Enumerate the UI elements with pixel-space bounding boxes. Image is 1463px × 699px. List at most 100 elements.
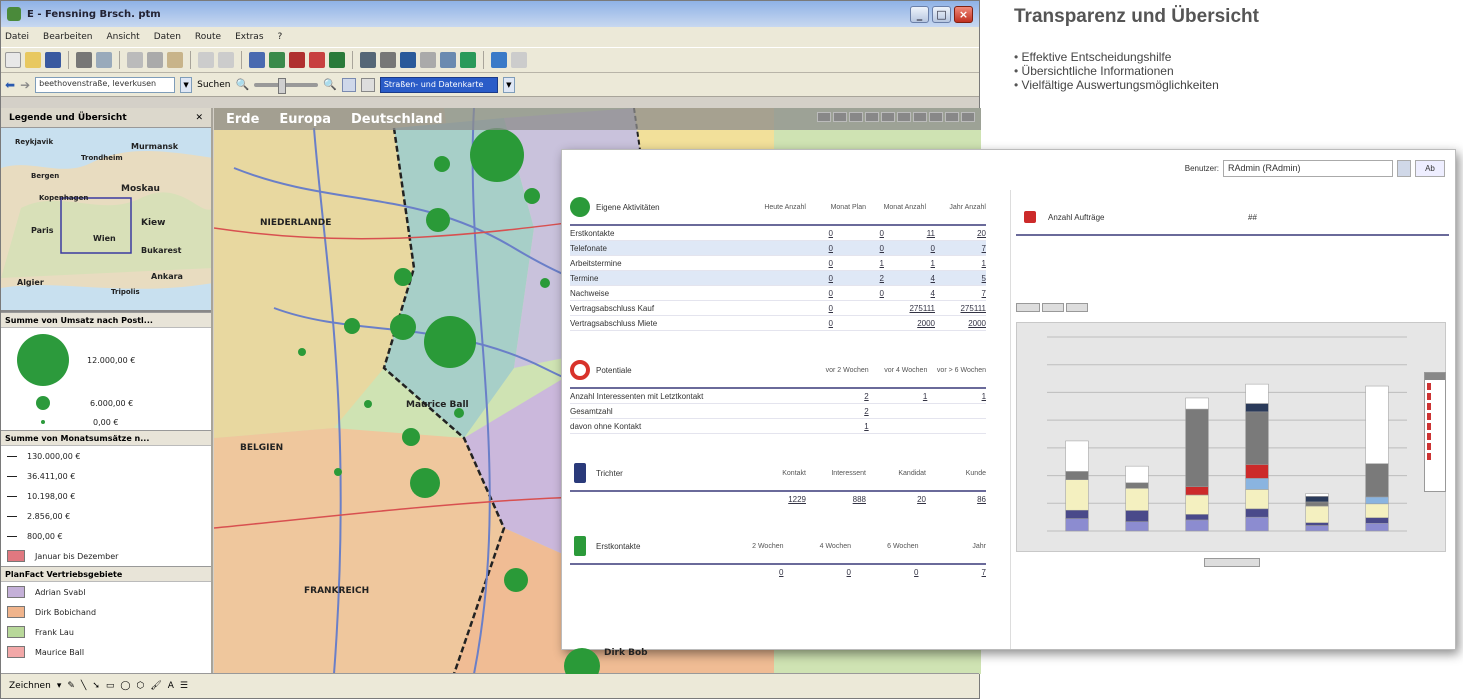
close-button[interactable]: × bbox=[954, 5, 973, 23]
layer-icon[interactable] bbox=[249, 52, 265, 68]
bar-segment[interactable] bbox=[1245, 464, 1269, 479]
line-style-icon[interactable]: ☰ bbox=[180, 681, 188, 691]
bar-segment[interactable] bbox=[1185, 408, 1209, 487]
minimize-button[interactable]: _ bbox=[910, 5, 929, 23]
zoom-slider[interactable] bbox=[254, 77, 319, 94]
menu-route[interactable]: Route bbox=[195, 32, 221, 42]
cell-link[interactable]: 7 bbox=[919, 568, 986, 577]
bar-segment[interactable] bbox=[1245, 478, 1269, 490]
cell-link[interactable]: 1229 bbox=[746, 495, 806, 504]
cell-link[interactable]: 4 bbox=[884, 274, 935, 283]
redo-icon[interactable] bbox=[218, 52, 234, 68]
cell-link[interactable]: 1 bbox=[869, 392, 927, 401]
cell-link[interactable]: 888 bbox=[806, 495, 866, 504]
pointer-icon[interactable]: ▾ bbox=[57, 681, 62, 691]
bar-segment[interactable] bbox=[1365, 463, 1389, 498]
menu-datei[interactable]: Datei bbox=[5, 32, 29, 42]
sales-bubble[interactable] bbox=[334, 468, 342, 476]
cell-link[interactable]: 20 bbox=[935, 229, 986, 238]
pan-tool-icon[interactable] bbox=[360, 77, 375, 92]
bar-segment[interactable] bbox=[1305, 493, 1329, 497]
cell-link[interactable]: 275111 bbox=[884, 304, 935, 313]
bar-segment[interactable] bbox=[1185, 397, 1209, 410]
copy-icon[interactable] bbox=[147, 52, 163, 68]
bar-segment[interactable] bbox=[1185, 486, 1209, 496]
sales-bubble[interactable] bbox=[454, 408, 464, 418]
select-tool-icon[interactable] bbox=[341, 77, 356, 92]
bar-segment[interactable] bbox=[1305, 496, 1329, 503]
zoom-out-icon[interactable]: 🔍 bbox=[235, 78, 249, 91]
cell-link[interactable]: 2 bbox=[810, 392, 868, 401]
cell-link[interactable]: 11 bbox=[884, 229, 935, 238]
cell-link[interactable]: 2000 bbox=[884, 319, 935, 328]
zoom-step[interactable] bbox=[849, 112, 863, 122]
zoom-step[interactable] bbox=[897, 112, 911, 122]
cell-link[interactable]: 0 bbox=[782, 289, 833, 298]
sales-bubble[interactable] bbox=[424, 316, 476, 368]
sales-bubble[interactable] bbox=[364, 400, 372, 408]
zoom-step[interactable] bbox=[961, 112, 975, 122]
address-dropdown-button[interactable]: ▼ bbox=[180, 76, 193, 93]
menu-help[interactable]: ? bbox=[278, 32, 283, 42]
zoom-step[interactable] bbox=[913, 112, 927, 122]
bar-segment[interactable] bbox=[1245, 403, 1269, 413]
font-color-icon[interactable]: A bbox=[168, 681, 174, 691]
chart-filter-button[interactable] bbox=[1204, 558, 1260, 567]
cell-link[interactable]: 7 bbox=[935, 289, 986, 298]
zoom-step[interactable] bbox=[929, 112, 943, 122]
cell-link[interactable]: 0 bbox=[833, 289, 884, 298]
bar-segment[interactable] bbox=[1185, 494, 1209, 515]
cell-link[interactable]: 0 bbox=[782, 229, 833, 238]
car-icon[interactable] bbox=[309, 52, 325, 68]
menu-daten[interactable]: Daten bbox=[154, 32, 181, 42]
bar-segment[interactable] bbox=[1125, 465, 1149, 484]
arrow-icon[interactable]: ➘ bbox=[92, 681, 100, 691]
chart-option-button[interactable] bbox=[1042, 303, 1064, 312]
sales-bubble[interactable] bbox=[402, 428, 420, 446]
map-icon[interactable] bbox=[269, 52, 285, 68]
sales-bubble[interactable] bbox=[390, 314, 416, 340]
user-select[interactable]: RAdmin (RAdmin) bbox=[1223, 160, 1393, 177]
bar-segment[interactable] bbox=[1065, 440, 1089, 472]
menu-ansicht[interactable]: Ansicht bbox=[106, 32, 139, 42]
legend-section-header[interactable]: Summe von Umsatz nach Postl... bbox=[1, 312, 211, 328]
bar-segment[interactable] bbox=[1365, 496, 1389, 505]
bar-segment[interactable] bbox=[1365, 503, 1389, 518]
sales-bubble[interactable] bbox=[394, 268, 412, 286]
bar-segment[interactable] bbox=[1245, 516, 1269, 532]
cell-link[interactable]: 5 bbox=[935, 274, 986, 283]
cell-link[interactable]: 1 bbox=[927, 392, 986, 401]
cell-link[interactable]: 2 bbox=[810, 407, 868, 416]
route-icon[interactable] bbox=[289, 52, 305, 68]
zoom-in-icon[interactable]: 🔍 bbox=[323, 78, 337, 91]
fill-color-icon[interactable]: 🖌 bbox=[150, 681, 161, 691]
cut-icon[interactable] bbox=[127, 52, 143, 68]
menu-bearbeiten[interactable]: Bearbeiten bbox=[43, 32, 92, 42]
map-layer-dropdown-button[interactable]: ▼ bbox=[502, 76, 515, 93]
cell-link[interactable]: 1 bbox=[884, 259, 935, 268]
maximize-button[interactable]: □ bbox=[932, 5, 951, 23]
tool-icon[interactable] bbox=[360, 52, 376, 68]
ellipse-icon[interactable]: ◯ bbox=[120, 681, 130, 691]
bar-segment[interactable] bbox=[1245, 383, 1269, 404]
cell-link[interactable]: 0 bbox=[833, 229, 884, 238]
zoom-step[interactable] bbox=[881, 112, 895, 122]
sales-bubble[interactable] bbox=[540, 278, 550, 288]
chart-icon[interactable] bbox=[400, 52, 416, 68]
line-icon[interactable]: ╲ bbox=[81, 681, 86, 691]
sales-bubble[interactable] bbox=[504, 568, 528, 592]
logout-button[interactable]: Ab bbox=[1415, 160, 1445, 177]
zoom-step[interactable] bbox=[865, 112, 879, 122]
bar-segment[interactable] bbox=[1125, 488, 1149, 511]
cell-link[interactable]: 0 bbox=[782, 274, 833, 283]
bar-segment[interactable] bbox=[1125, 510, 1149, 522]
help-icon[interactable] bbox=[511, 52, 527, 68]
user-dropdown-button[interactable] bbox=[1397, 160, 1411, 177]
save-icon[interactable] bbox=[45, 52, 61, 68]
cell-link[interactable]: 2 bbox=[833, 274, 884, 283]
bar-segment[interactable] bbox=[1365, 517, 1389, 524]
new-file-icon[interactable] bbox=[5, 52, 21, 68]
cell-link[interactable]: 20 bbox=[866, 495, 926, 504]
globe-icon[interactable] bbox=[440, 52, 456, 68]
cell-link[interactable]: 0 bbox=[782, 244, 833, 253]
